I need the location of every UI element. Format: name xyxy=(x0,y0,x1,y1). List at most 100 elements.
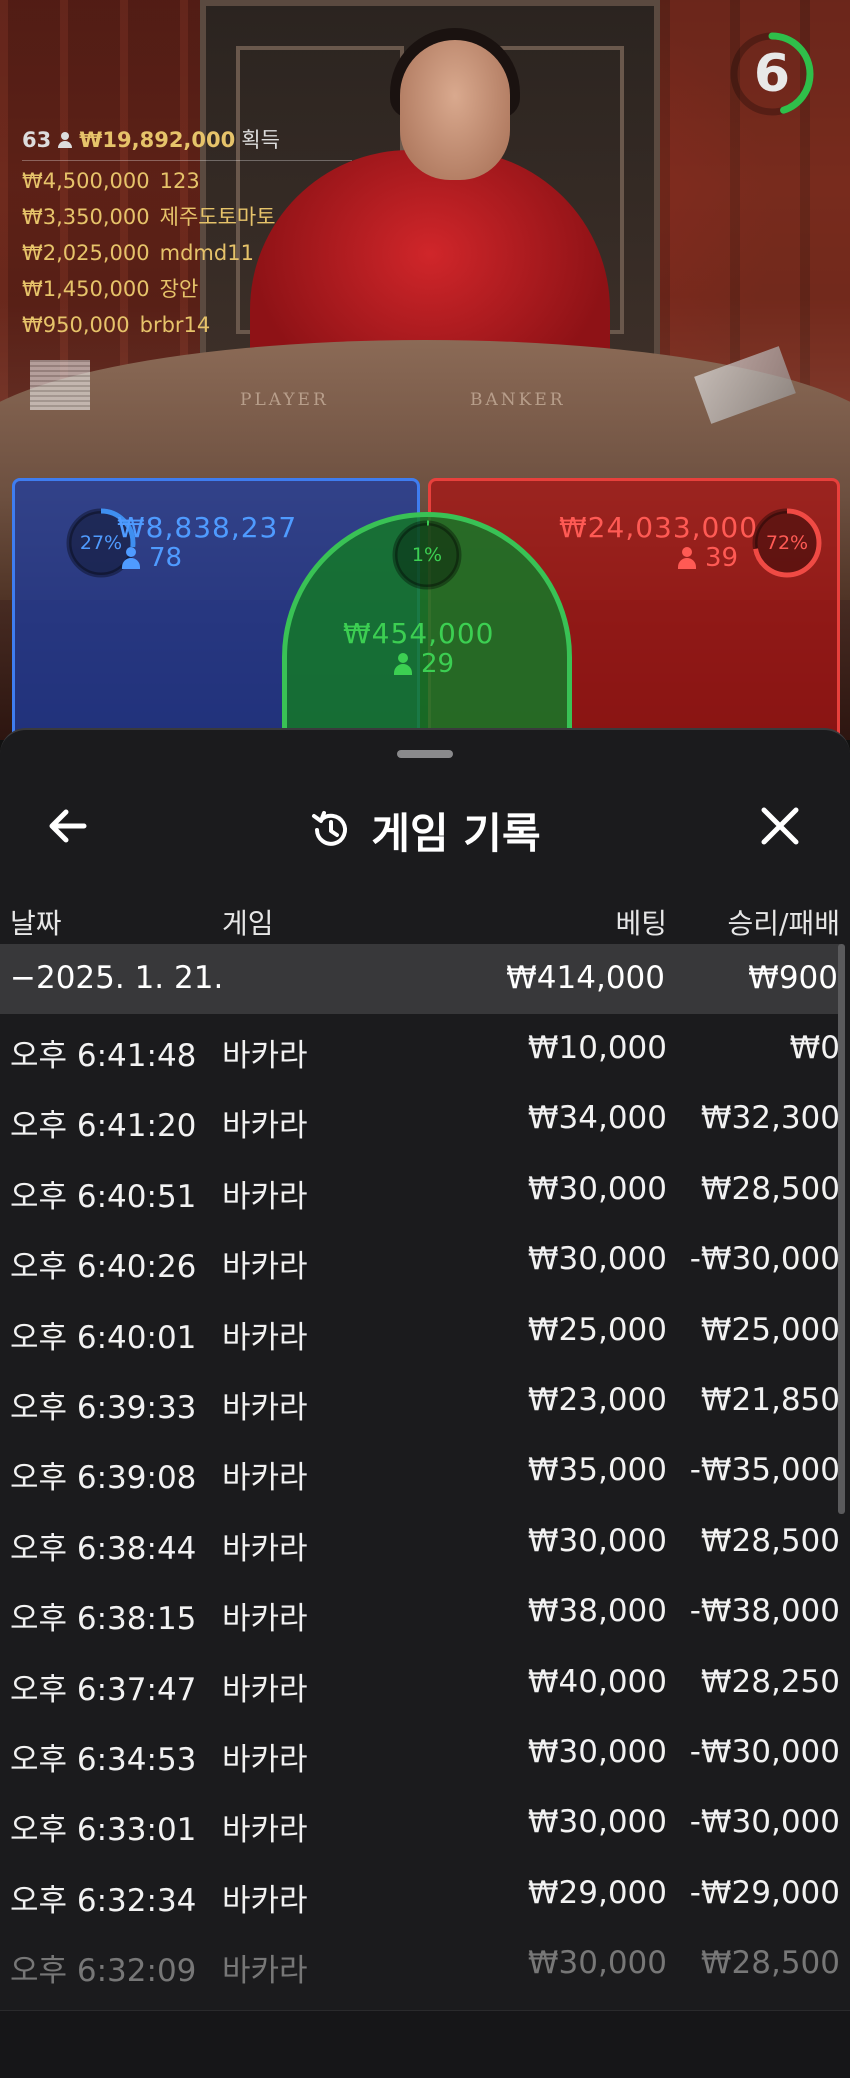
winner-row: ₩4,500,000 123 xyxy=(22,163,352,199)
row-bet: ₩34,000 xyxy=(527,1100,667,1137)
row-result: ₩0 xyxy=(789,1030,840,1066)
banker-percent-ring: 72% xyxy=(749,505,825,581)
divider xyxy=(22,160,352,161)
column-header-game[interactable]: 게임 xyxy=(222,902,274,942)
row-bet: ₩38,000 xyxy=(527,1593,667,1630)
winner-row: ₩2,025,000 mdmd11 xyxy=(22,235,352,271)
banker-percent: 72% xyxy=(765,532,809,554)
person-icon xyxy=(677,547,697,569)
banker-count-value: 39 xyxy=(705,543,739,573)
winner-list: ₩4,500,000 123 ₩3,350,000 제주도토마토 ₩2,025,000 m… xyxy=(22,163,352,343)
row-time: 오후 6:40:01 xyxy=(10,1319,197,1356)
winners-overlay: 63 ₩19,892,000 획득 ₩4,500,000 123 ₩3,350,00… xyxy=(22,122,352,343)
history-row[interactable]: 오후 6:34:53 바카라 ₩30,000 -₩30,000 xyxy=(0,1718,850,1788)
row-time: 오후 6:38:44 xyxy=(10,1530,197,1567)
row-game: 바카라 xyxy=(222,1741,308,1778)
row-bet: ₩30,000 xyxy=(527,1522,667,1559)
row-bet: ₩30,000 xyxy=(527,1170,667,1207)
row-time: 오후 6:32:09 xyxy=(10,1953,197,1990)
winner-name: 제주도토마토 xyxy=(159,205,276,229)
row-bet: ₩30,000 xyxy=(527,1733,667,1770)
game-history-sheet: 게임 기록 날짜 게임 베팅 승리/패배 −2025. 1. 21. ₩414,… xyxy=(0,728,850,2078)
row-game: 바카라 xyxy=(222,1389,308,1426)
row-game: 바카라 xyxy=(222,1038,308,1074)
sheet-drag-handle[interactable] xyxy=(397,750,453,758)
row-result: ₩28,250 xyxy=(700,1663,840,1700)
history-list: 오후 6:41:48 바카라 ₩10,000 ₩0 오후 6:41:20 바카라 ₩34,0… xyxy=(0,1014,850,1999)
winner-amount: ₩4,500,000 xyxy=(22,169,150,193)
tie-bet-amount: ₩454,000 xyxy=(343,617,495,650)
round-countdown: 6 xyxy=(728,30,816,118)
history-row[interactable]: 오후 6:39:08 바카라 ₩35,000 -₩35,000 xyxy=(0,1436,850,1506)
history-row[interactable]: 오후 6:39:33 바카라 ₩23,000 ₩21,850 xyxy=(0,1366,850,1436)
day-summary-row[interactable]: −2025. 1. 21. ₩414,000 ₩900 xyxy=(0,944,840,1014)
winner-row: ₩950,000 brbr14 xyxy=(22,307,352,343)
row-result: -₩38,000 xyxy=(689,1593,840,1630)
column-header-bet[interactable]: 베팅 xyxy=(615,902,667,942)
banker-bet-count: 39 xyxy=(677,543,738,573)
row-game: 바카라 xyxy=(222,1812,308,1849)
history-row[interactable]: 오후 6:33:01 바카라 ₩30,000 -₩30,000 xyxy=(0,1788,850,1858)
row-result: -₩35,000 xyxy=(689,1452,840,1489)
sheet-header: 게임 기록 xyxy=(0,770,850,890)
history-row[interactable]: 오후 6:32:09 바카라 ₩30,000 ₩28,500 xyxy=(0,1929,850,1999)
scrollbar[interactable] xyxy=(838,944,845,1514)
sheet-title-wrap: 게임 기록 xyxy=(0,770,850,890)
person-icon xyxy=(57,132,73,148)
history-row[interactable]: 오후 6:38:15 바카라 ₩38,000 -₩38,000 xyxy=(0,1577,850,1647)
winner-name: 장안 xyxy=(159,277,199,301)
column-header-result[interactable]: 승리/패배 xyxy=(728,902,840,942)
row-bet: ₩10,000 xyxy=(527,1030,667,1066)
banker-bet-amount: ₩24,033,000 xyxy=(559,511,759,544)
history-row[interactable]: 오후 6:41:20 바카라 ₩34,000 ₩32,300 xyxy=(0,1084,850,1154)
winner-row: ₩3,350,000 제주도토마토 xyxy=(22,199,352,235)
row-game: 바카라 xyxy=(222,1108,308,1145)
row-result: ₩28,500 xyxy=(700,1170,840,1207)
row-game: 바카라 xyxy=(222,1460,308,1497)
row-game: 바카라 xyxy=(222,1249,308,1286)
history-row[interactable]: 오후 6:37:47 바카라 ₩40,000 ₩28,250 xyxy=(0,1648,850,1718)
history-row[interactable]: 오후 6:40:51 바카라 ₩30,000 ₩28,500 xyxy=(0,1155,850,1225)
winners-total-amount: ₩19,892,000 xyxy=(79,128,236,152)
winner-amount: ₩1,450,000 xyxy=(22,277,150,301)
player-bet-amount: ₩8,838,237 xyxy=(117,511,298,544)
row-bet: ₩29,000 xyxy=(527,1874,667,1911)
row-game: 바카라 xyxy=(222,1530,308,1567)
row-result: ₩28,500 xyxy=(700,1522,840,1559)
countdown-value: 6 xyxy=(753,44,791,104)
arrow-left-icon xyxy=(49,809,87,843)
history-row[interactable]: 오후 6:38:44 바카라 ₩30,000 ₩28,500 xyxy=(0,1507,850,1577)
row-time: 오후 6:40:26 xyxy=(10,1249,197,1286)
row-time: 오후 6:33:01 xyxy=(10,1812,197,1849)
row-result: ₩25,000 xyxy=(700,1311,840,1348)
felt-player-label: PLAYER xyxy=(240,390,329,410)
back-button[interactable] xyxy=(40,796,100,856)
person-icon xyxy=(121,547,141,569)
row-result: -₩30,000 xyxy=(689,1241,840,1278)
history-row[interactable]: 오후 6:40:26 바카라 ₩30,000 -₩30,000 xyxy=(0,1225,850,1295)
row-bet: ₩30,000 xyxy=(527,1241,667,1278)
row-game: 바카라 xyxy=(222,1953,308,1990)
history-row[interactable]: 오후 6:41:48 바카라 ₩10,000 ₩0 xyxy=(0,1014,850,1084)
day-date: −2025. 1. 21. xyxy=(10,960,224,996)
row-time: 오후 6:40:51 xyxy=(10,1178,197,1215)
history-icon xyxy=(312,811,348,846)
row-time: 오후 6:41:48 xyxy=(10,1038,197,1074)
row-time: 오후 6:32:34 xyxy=(10,1882,197,1919)
winners-total: 63 ₩19,892,000 획득 xyxy=(22,122,352,158)
history-row[interactable]: 오후 6:40:01 바카라 ₩25,000 ₩25,000 xyxy=(0,1296,850,1366)
column-header-date[interactable]: 날짜 xyxy=(10,902,62,942)
history-row[interactable]: 오후 6:32:34 바카라 ₩29,000 -₩29,000 xyxy=(0,1859,850,1929)
winner-name: brbr14 xyxy=(139,313,211,337)
row-time: 오후 6:38:15 xyxy=(10,1601,197,1638)
row-bet: ₩23,000 xyxy=(527,1381,667,1418)
felt-banker-label: BANKER xyxy=(470,390,566,410)
row-bet: ₩40,000 xyxy=(527,1663,667,1700)
row-result: ₩32,300 xyxy=(700,1100,840,1137)
row-game: 바카라 xyxy=(222,1178,308,1215)
close-button[interactable] xyxy=(750,796,810,856)
tie-count-value: 29 xyxy=(421,649,455,679)
tie-percent: 1% xyxy=(411,544,443,566)
sheet-title: 게임 기록 xyxy=(371,808,541,858)
row-bet: ₩30,000 xyxy=(527,1945,667,1982)
